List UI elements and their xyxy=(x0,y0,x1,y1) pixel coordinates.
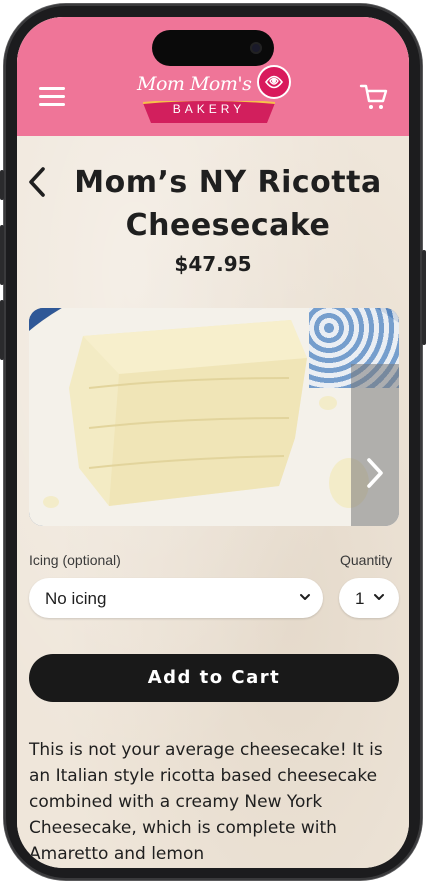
volume-down-button xyxy=(0,300,4,360)
back-chevron-icon[interactable] xyxy=(25,165,49,199)
bakery-logo[interactable]: Mom Mom's BAKERY xyxy=(135,65,295,129)
product-description: This is not your average cheesecake! It … xyxy=(29,740,383,864)
icing-select-value: No icing xyxy=(45,589,107,608)
quantity-select[interactable]: 1 xyxy=(339,578,399,618)
dynamic-island xyxy=(152,30,274,66)
quantity-label: Quantity xyxy=(340,552,393,568)
icing-label: Icing (optional) xyxy=(29,552,121,568)
power-button xyxy=(422,250,426,345)
hamburger-menu-icon[interactable] xyxy=(37,85,67,109)
carousel-next-button[interactable] xyxy=(351,364,399,526)
chevron-down-icon xyxy=(374,594,384,600)
product-price: $47.95 xyxy=(174,252,252,276)
product-image xyxy=(29,308,399,526)
cheesecake-slice xyxy=(69,320,307,506)
site-header: Mom Mom's BAKERY xyxy=(17,17,409,136)
quantity-select-value: 1 xyxy=(355,589,365,608)
logo-bakery-text: BAKERY xyxy=(172,102,246,116)
add-to-cart-label: Add to Cart xyxy=(147,667,281,688)
rose-icon xyxy=(257,65,291,99)
chevron-right-icon xyxy=(367,458,383,488)
chevron-down-icon xyxy=(300,594,310,600)
product-title: Mom’s NY Ricotta Cheesecake xyxy=(74,165,382,243)
app-screen: Mom Mom's BAKERY Mom’s NY Ricotta Cheese… xyxy=(17,17,409,868)
add-to-cart-button[interactable]: Add to Cart xyxy=(29,654,399,702)
logo-script-text: Mom Mom's xyxy=(137,73,252,95)
cart-icon[interactable] xyxy=(359,83,389,111)
side-button xyxy=(0,170,4,200)
icing-select[interactable]: No icing xyxy=(29,578,323,618)
volume-up-button xyxy=(0,225,4,285)
